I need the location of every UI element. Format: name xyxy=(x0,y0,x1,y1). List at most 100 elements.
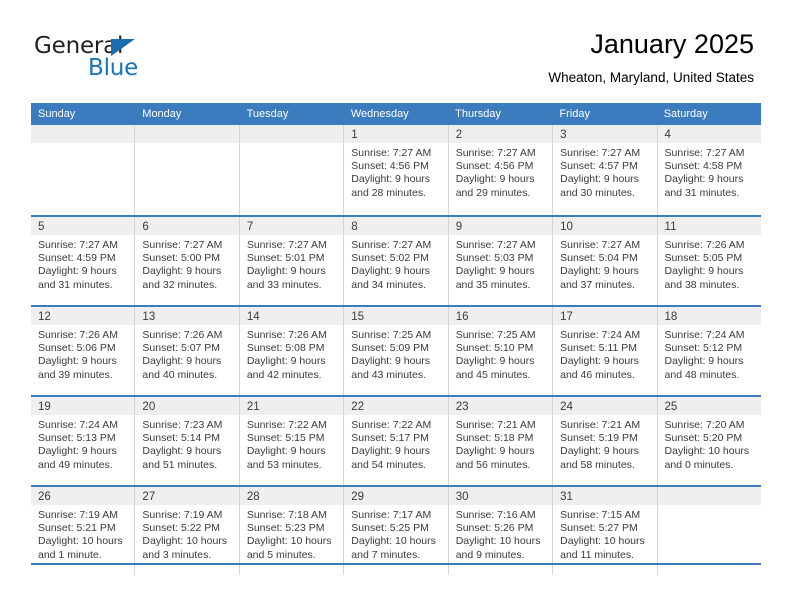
calendar-day-cell[interactable]: 22 Sunrise: 7:22 AM Sunset: 5:17 PM Dayligh… xyxy=(344,397,449,485)
daylight-text: and 54 minutes. xyxy=(351,458,426,471)
daylight-text: Daylight: 9 hours xyxy=(560,173,639,186)
calendar-day-cell[interactable]: 12 Sunrise: 7:26 AM Sunset: 5:06 PM Dayligh… xyxy=(31,307,136,395)
day-number: 29 xyxy=(351,491,365,503)
calendar-day-cell[interactable]: 21 Sunrise: 7:22 AM Sunset: 5:15 PM Dayligh… xyxy=(239,397,345,485)
day-number-bar: 21 xyxy=(239,397,344,415)
daylight-text: and 39 minutes. xyxy=(38,368,113,381)
calendar-day-cell[interactable]: 27 Sunrise: 7:19 AM Sunset: 5:22 PM Dayligh… xyxy=(135,487,240,575)
day-detail-block: Sunrise: 7:27 AM Sunset: 5:04 PM Daylight:… xyxy=(553,235,656,292)
calendar-day-cell[interactable]: 26 Sunrise: 7:19 AM Sunset: 5:21 PM Dayligh… xyxy=(31,487,136,575)
calendar-day-cell[interactable]: 4 Sunrise: 7:27 AM Sunset: 4:58 PM Daylight… xyxy=(657,125,761,215)
sunrise-text: Sunrise: 7:21 AM xyxy=(455,419,536,431)
daylight-text: Daylight: 10 hours xyxy=(246,535,332,548)
day-detail-block: Sunrise: 7:24 AM Sunset: 5:13 PM Daylight:… xyxy=(31,415,134,472)
calendar-day-cell[interactable]: 9 Sunrise: 7:27 AM Sunset: 5:03 PM Daylight… xyxy=(448,217,554,305)
daylight-text: Daylight: 9 hours xyxy=(560,265,639,278)
generalblue-logo[interactable]: General Blue xyxy=(34,35,214,85)
daylight-text: and 29 minutes. xyxy=(455,186,531,199)
day-number-bar: 6 xyxy=(135,217,239,235)
calendar-day-cell[interactable]: 30 Sunrise: 7:16 AM Sunset: 5:26 PM Dayligh… xyxy=(448,487,554,575)
calendar-day-cell[interactable]: 3 Sunrise: 7:27 AM Sunset: 4:57 PM Daylight… xyxy=(553,125,658,215)
day-number-bar: 15 xyxy=(344,307,448,325)
daylight-text: and 40 minutes. xyxy=(142,368,218,381)
daylight-text: and 1 minute. xyxy=(38,548,102,561)
calendar-day-cell[interactable]: 2 Sunrise: 7:27 AM Sunset: 4:56 PM Daylight… xyxy=(448,125,554,215)
daylight-text: and 32 minutes. xyxy=(142,278,218,291)
daylight-text: and 49 minutes. xyxy=(38,458,113,471)
daylight-text: and 34 minutes. xyxy=(351,278,426,291)
sunset-text: Sunset: 5:02 PM xyxy=(351,252,429,265)
weekday-header-wednesday: Wednesday xyxy=(350,108,409,120)
calendar-day-cell[interactable]: 28 Sunrise: 7:18 AM Sunset: 5:23 PM Dayligh… xyxy=(239,487,345,575)
day-number: 14 xyxy=(246,311,260,323)
daylight-text: and 11 minutes. xyxy=(560,548,635,561)
calendar-day-cell[interactable]: 5 Sunrise: 7:27 AM Sunset: 4:59 PM Daylight… xyxy=(31,217,136,305)
day-detail-block: Sunrise: 7:24 AM Sunset: 5:12 PM Daylight:… xyxy=(658,325,761,382)
daylight-text: Daylight: 9 hours xyxy=(142,265,222,278)
day-detail-block: Sunrise: 7:27 AM Sunset: 5:00 PM Daylight:… xyxy=(135,235,238,292)
day-number-bar: 5 xyxy=(31,217,135,235)
daylight-text: and 53 minutes. xyxy=(246,458,322,471)
day-detail-block: Sunrise: 7:21 AM Sunset: 5:18 PM Daylight:… xyxy=(449,415,552,472)
daylight-text: Daylight: 9 hours xyxy=(560,445,639,458)
day-number: 28 xyxy=(246,491,260,503)
day-number-bar: 28 xyxy=(239,487,344,505)
daylight-text: and 56 minutes. xyxy=(455,458,531,471)
triangle-icon xyxy=(111,39,135,56)
day-number-bar: 2 xyxy=(448,125,553,143)
calendar-day-cell[interactable]: 8 Sunrise: 7:27 AM Sunset: 5:02 PM Daylight… xyxy=(344,217,449,305)
daylight-text: and 46 minutes. xyxy=(560,368,635,381)
calendar-day-cell[interactable]: 16 Sunrise: 7:25 AM Sunset: 5:10 PM Dayligh… xyxy=(448,307,554,395)
sunset-text: Sunset: 5:07 PM xyxy=(142,342,221,355)
day-number-bar: 7 xyxy=(239,217,344,235)
sunrise-text: Sunrise: 7:27 AM xyxy=(246,239,327,251)
calendar-day-cell[interactable]: 17 Sunrise: 7:24 AM Sunset: 5:11 PM Dayligh… xyxy=(553,307,658,395)
day-number: 21 xyxy=(246,401,260,413)
sunrise-text: Sunrise: 7:17 AM xyxy=(351,509,432,521)
calendar-day-cell[interactable]: 19 Sunrise: 7:24 AM Sunset: 5:13 PM Dayligh… xyxy=(31,397,136,485)
calendar-day-cell[interactable]: 6 Sunrise: 7:27 AM Sunset: 5:00 PM Daylight… xyxy=(135,217,240,305)
calendar-day-cell[interactable]: 13 Sunrise: 7:26 AM Sunset: 5:07 PM Dayligh… xyxy=(135,307,240,395)
day-detail-block: Sunrise: 7:23 AM Sunset: 5:14 PM Daylight:… xyxy=(135,415,238,472)
daylight-text: Daylight: 9 hours xyxy=(455,173,535,186)
weekday-header-sunday: Sunday xyxy=(38,108,76,120)
day-detail-block: Sunrise: 7:27 AM Sunset: 5:03 PM Daylight:… xyxy=(449,235,552,292)
weekday-header-friday: Friday xyxy=(559,108,590,120)
calendar-day-cell-empty xyxy=(239,125,345,215)
calendar-day-cell[interactable]: 18 Sunrise: 7:24 AM Sunset: 5:12 PM Dayligh… xyxy=(657,307,761,395)
calendar-day-cell[interactable]: 20 Sunrise: 7:23 AM Sunset: 5:14 PM Dayligh… xyxy=(135,397,240,485)
day-number-bar xyxy=(657,487,761,505)
sunrise-text: Sunrise: 7:25 AM xyxy=(455,329,536,341)
calendar-day-cell[interactable]: 15 Sunrise: 7:25 AM Sunset: 5:09 PM Dayligh… xyxy=(344,307,449,395)
daylight-text: Daylight: 9 hours xyxy=(455,445,535,458)
sunrise-text: Sunrise: 7:18 AM xyxy=(246,509,327,521)
daylight-text: Daylight: 9 hours xyxy=(142,445,222,458)
daylight-text: and 31 minutes. xyxy=(664,186,740,199)
calendar-week-row: 12 Sunrise: 7:26 AM Sunset: 5:06 PM Dayligh… xyxy=(31,305,761,395)
day-detail-block: Sunrise: 7:15 AM Sunset: 5:27 PM Daylight:… xyxy=(553,505,656,562)
calendar-day-cell[interactable]: 25 Sunrise: 7:20 AM Sunset: 5:20 PM Dayligh… xyxy=(657,397,761,485)
calendar-day-cell[interactable]: 31 Sunrise: 7:15 AM Sunset: 5:27 PM Dayligh… xyxy=(553,487,658,575)
calendar-day-cell[interactable]: 14 Sunrise: 7:26 AM Sunset: 5:08 PM Dayligh… xyxy=(239,307,345,395)
calendar-day-cell[interactable]: 10 Sunrise: 7:27 AM Sunset: 5:04 PM Dayligh… xyxy=(553,217,658,305)
daylight-text: Daylight: 9 hours xyxy=(246,265,326,278)
sunset-text: Sunset: 4:56 PM xyxy=(351,160,429,173)
calendar-day-cell[interactable]: 29 Sunrise: 7:17 AM Sunset: 5:25 PM Dayligh… xyxy=(344,487,449,575)
calendar-day-cell[interactable]: 1 Sunrise: 7:27 AM Sunset: 4:56 PM Daylight… xyxy=(344,125,449,215)
sunset-text: Sunset: 5:23 PM xyxy=(246,522,325,535)
daylight-text: and 51 minutes. xyxy=(142,458,218,471)
day-detail-block: Sunrise: 7:24 AM Sunset: 5:11 PM Daylight:… xyxy=(553,325,656,382)
day-number-bar: 12 xyxy=(31,307,135,325)
sunset-text: Sunset: 5:15 PM xyxy=(246,432,325,445)
sunrise-text: Sunrise: 7:27 AM xyxy=(351,147,432,159)
daylight-text: Daylight: 9 hours xyxy=(351,173,431,186)
calendar-day-cell[interactable]: 11 Sunrise: 7:26 AM Sunset: 5:05 PM Dayligh… xyxy=(657,217,761,305)
calendar-day-cell[interactable]: 7 Sunrise: 7:27 AM Sunset: 5:01 PM Daylight… xyxy=(239,217,345,305)
calendar-day-cell[interactable]: 24 Sunrise: 7:21 AM Sunset: 5:19 PM Dayligh… xyxy=(553,397,658,485)
sunset-text: Sunset: 5:11 PM xyxy=(560,342,637,355)
calendar-day-cell[interactable]: 23 Sunrise: 7:21 AM Sunset: 5:18 PM Dayligh… xyxy=(448,397,554,485)
daylight-text: Daylight: 9 hours xyxy=(351,265,431,278)
daylight-text: and 42 minutes. xyxy=(246,368,322,381)
weekday-header-row: Sunday Monday Tuesday Wednesday Thursday Frid… xyxy=(31,103,761,125)
day-detail-block: Sunrise: 7:22 AM Sunset: 5:17 PM Daylight:… xyxy=(344,415,447,472)
